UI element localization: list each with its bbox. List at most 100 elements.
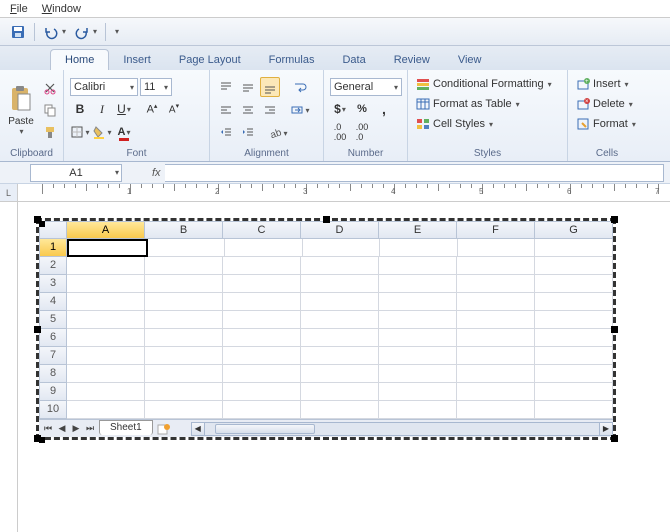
cell[interactable] <box>67 239 148 257</box>
copy-button[interactable] <box>40 100 60 120</box>
cell[interactable] <box>301 311 379 329</box>
cell[interactable] <box>379 365 457 383</box>
cell[interactable] <box>145 347 223 365</box>
row-header[interactable]: 6 <box>39 329 67 347</box>
cell[interactable] <box>380 239 458 257</box>
cell[interactable] <box>145 365 223 383</box>
new-sheet-button[interactable] <box>157 422 171 436</box>
cell[interactable] <box>145 293 223 311</box>
cell[interactable] <box>379 383 457 401</box>
resize-handle-br[interactable] <box>611 435 618 442</box>
resize-handle-mr[interactable] <box>611 326 618 333</box>
cell[interactable] <box>223 257 301 275</box>
row-header[interactable]: 2 <box>39 257 67 275</box>
cell[interactable] <box>379 293 457 311</box>
scroll-left-button[interactable]: ◀ <box>191 422 205 436</box>
cell[interactable] <box>457 383 535 401</box>
italic-button[interactable]: I <box>92 99 112 119</box>
cell[interactable] <box>535 401 613 419</box>
cell[interactable] <box>145 383 223 401</box>
cell[interactable] <box>148 239 226 257</box>
cell[interactable] <box>145 257 223 275</box>
cell[interactable] <box>379 275 457 293</box>
cell[interactable] <box>535 329 613 347</box>
cell[interactable] <box>223 311 301 329</box>
conditional-formatting-button[interactable]: Conditional Formatting▾ <box>414 76 554 92</box>
scroll-thumb[interactable] <box>215 424 315 434</box>
bold-button[interactable]: B <box>70 99 90 119</box>
cell[interactable] <box>67 329 145 347</box>
cell[interactable] <box>67 365 145 383</box>
sheet-nav-next[interactable]: ▶ <box>69 422 83 436</box>
cell[interactable] <box>301 257 379 275</box>
row-header[interactable]: 7 <box>39 347 67 365</box>
decrease-indent-button[interactable] <box>216 123 236 143</box>
cell[interactable] <box>379 257 457 275</box>
column-header[interactable]: A <box>67 221 145 239</box>
cell[interactable] <box>301 383 379 401</box>
align-right-button[interactable] <box>260 100 280 120</box>
paste-button[interactable]: Paste ▾ <box>6 74 36 146</box>
resize-handle-tm[interactable] <box>323 216 330 223</box>
sheet-tab[interactable]: Sheet1 <box>99 420 153 435</box>
cell[interactable] <box>457 347 535 365</box>
cell[interactable] <box>301 329 379 347</box>
column-header[interactable]: E <box>379 221 457 239</box>
document-canvas[interactable]: ABCDEFG 12345678910 ⏮ ◀ ▶ ⏭ Sheet1 ◀ <box>18 202 670 532</box>
cell[interactable] <box>67 347 145 365</box>
cell[interactable] <box>379 329 457 347</box>
resize-handle-ml[interactable] <box>34 326 41 333</box>
font-color-button[interactable]: A▾ <box>114 122 134 142</box>
cell[interactable] <box>457 311 535 329</box>
shrink-font-button[interactable]: A▾ <box>164 99 184 119</box>
horizontal-ruler[interactable]: 1234567 <box>18 184 670 201</box>
row-header[interactable]: 4 <box>39 293 67 311</box>
currency-button[interactable]: $▾ <box>330 99 350 119</box>
fill-color-button[interactable]: ▾ <box>92 122 112 142</box>
scroll-track[interactable] <box>205 422 599 436</box>
decrease-decimal-button[interactable]: .00.0 <box>352 122 372 142</box>
number-format-combo[interactable]: General▾ <box>330 78 402 96</box>
format-painter-button[interactable] <box>40 122 60 142</box>
cell[interactable] <box>535 239 613 257</box>
cell[interactable] <box>67 401 145 419</box>
tab-review[interactable]: Review <box>380 50 444 70</box>
column-header[interactable]: C <box>223 221 301 239</box>
cell[interactable] <box>67 257 145 275</box>
cell[interactable] <box>303 239 381 257</box>
font-name-combo[interactable]: Calibri▾ <box>70 78 138 96</box>
cell[interactable] <box>457 275 535 293</box>
sheet-nav-last[interactable]: ⏭ <box>83 422 97 436</box>
cell[interactable] <box>457 257 535 275</box>
cell[interactable] <box>301 347 379 365</box>
cell[interactable] <box>379 311 457 329</box>
cell[interactable] <box>535 365 613 383</box>
borders-button[interactable]: ▾ <box>70 122 90 142</box>
cell[interactable] <box>457 329 535 347</box>
align-middle-button[interactable] <box>238 77 258 97</box>
tab-formulas[interactable]: Formulas <box>255 50 329 70</box>
formula-input[interactable] <box>165 164 664 182</box>
row-header[interactable]: 3 <box>39 275 67 293</box>
font-size-combo[interactable]: 11▾ <box>140 78 172 96</box>
cell[interactable] <box>457 293 535 311</box>
cell[interactable] <box>535 311 613 329</box>
cell[interactable] <box>145 401 223 419</box>
cell[interactable] <box>145 329 223 347</box>
cell-styles-button[interactable]: Cell Styles▾ <box>414 116 554 132</box>
cell[interactable] <box>301 293 379 311</box>
resize-handle-tr[interactable] <box>611 216 618 223</box>
align-left-button[interactable] <box>216 100 236 120</box>
row-header[interactable]: 10 <box>39 401 67 419</box>
cut-button[interactable] <box>40 78 60 98</box>
cell[interactable] <box>223 347 301 365</box>
menu-file[interactable]: File <box>4 2 34 16</box>
cell[interactable] <box>457 401 535 419</box>
align-bottom-button[interactable] <box>260 77 280 97</box>
horizontal-scrollbar[interactable]: ◀ ▶ <box>191 422 613 436</box>
cell[interactable] <box>223 329 301 347</box>
sheet-nav-first[interactable]: ⏮ <box>41 422 55 436</box>
cell[interactable] <box>535 257 613 275</box>
cell[interactable] <box>223 293 301 311</box>
row-header[interactable]: 5 <box>39 311 67 329</box>
